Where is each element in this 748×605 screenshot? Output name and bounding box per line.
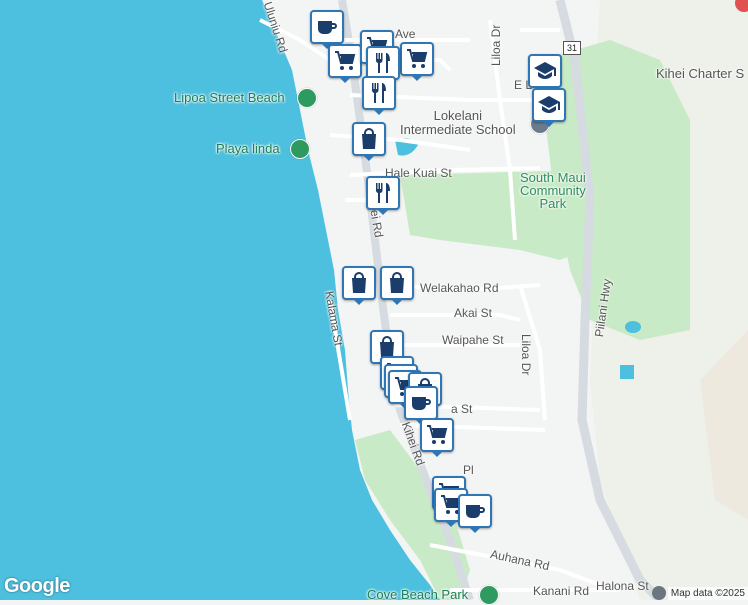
map-marker[interactable] <box>310 10 344 49</box>
pond <box>625 321 641 333</box>
street-label-pl: Pl <box>463 463 474 477</box>
map-marker[interactable] <box>366 176 400 215</box>
shopping-bag-icon <box>347 271 371 295</box>
school-icon <box>537 93 561 117</box>
street-label-waipahe: Waipahe St <box>442 333 504 347</box>
map-marker[interactable] <box>366 46 400 85</box>
pond <box>620 365 634 379</box>
place-label-south-maui-park[interactable]: South Maui Community Park <box>520 171 586 210</box>
map-marker[interactable] <box>352 122 386 161</box>
street-label-kanani: Kanani Rd <box>533 584 590 598</box>
coffee-icon <box>409 391 433 415</box>
map-marker[interactable] <box>328 44 362 83</box>
transit-pin-icon[interactable] <box>652 586 666 600</box>
map-marker[interactable] <box>380 266 414 305</box>
coffee-icon <box>463 499 487 523</box>
park-pin-icon[interactable] <box>290 139 310 159</box>
school-icon <box>533 59 557 83</box>
cart-icon <box>405 47 429 71</box>
fork-knife-icon <box>367 81 391 105</box>
fork-knife-icon <box>371 51 395 75</box>
street-label-liloa-north: Liloa Dr <box>489 24 503 66</box>
street-label-ave: Ave <box>395 27 416 41</box>
map-marker[interactable] <box>404 386 438 425</box>
cart-icon <box>425 423 449 447</box>
map-marker[interactable] <box>532 88 566 127</box>
place-label-playa-linda[interactable]: Playa linda <box>216 141 280 156</box>
google-logo: Google <box>4 575 70 597</box>
map-marker[interactable] <box>458 494 492 533</box>
place-label-lokelani[interactable]: Lokelani Intermediate School <box>400 109 516 137</box>
place-label-lipoa-beach[interactable]: Lipoa Street Beach <box>174 90 285 105</box>
map-marker[interactable] <box>362 76 396 115</box>
street-label-liloa-south: Liloa Dr <box>519 334 533 376</box>
street-label-akai: Akai St <box>454 306 493 320</box>
map-marker[interactable] <box>528 54 562 93</box>
map-marker[interactable] <box>400 42 434 81</box>
cart-icon <box>333 49 357 73</box>
highway-shield: 31 <box>563 41 581 55</box>
street-label-halona: Halona St <box>596 579 649 593</box>
coffee-icon <box>315 15 339 39</box>
map-marker[interactable] <box>342 266 376 305</box>
map-marker[interactable] <box>420 418 454 457</box>
street-label-welakahao: Welakahao Rd <box>420 281 499 295</box>
map-attribution[interactable]: Map data ©2025 <box>667 587 748 600</box>
shopping-bag-icon <box>385 271 409 295</box>
park-pin-icon[interactable] <box>297 88 317 108</box>
park-pin-icon[interactable] <box>479 585 499 605</box>
fork-knife-icon <box>371 181 395 205</box>
street-label-a-st: a St <box>451 402 473 416</box>
shopping-bag-icon <box>357 127 381 151</box>
place-label-kihei-charter[interactable]: Kihei Charter S <box>656 66 744 81</box>
